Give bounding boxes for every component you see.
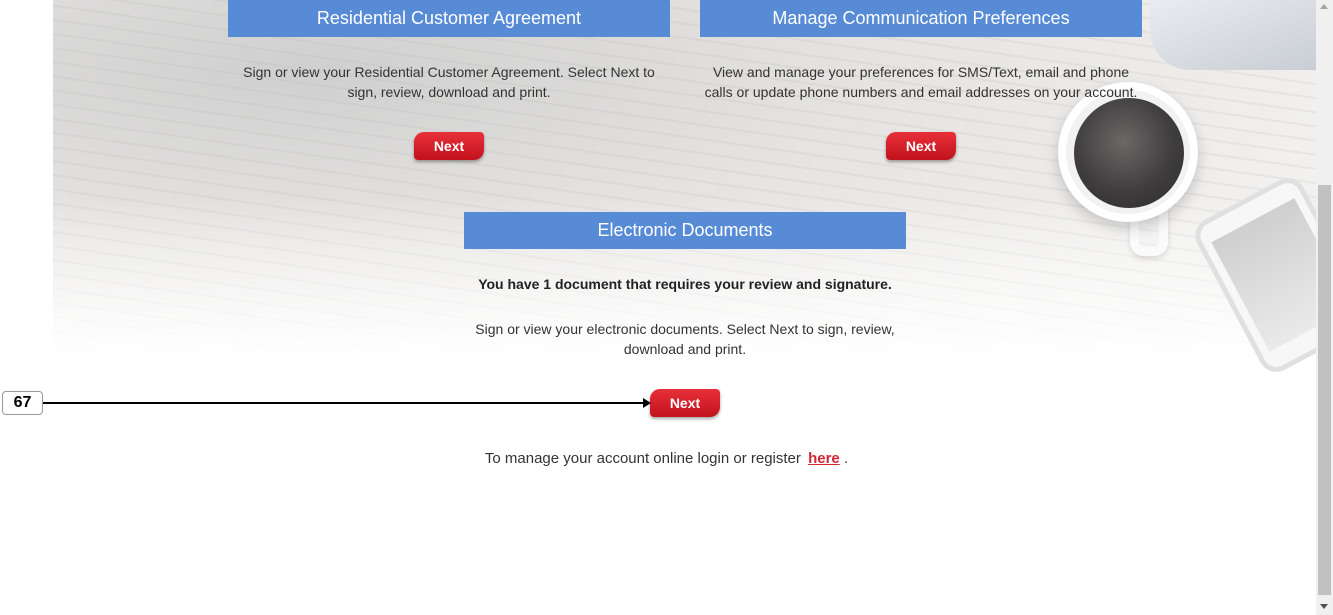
electronic-documents-header: Electronic Documents bbox=[464, 212, 906, 249]
electronic-documents-description: Sign or view your electronic documents. … bbox=[475, 321, 895, 357]
register-here-link[interactable]: here bbox=[808, 450, 840, 467]
footer-suffix: . bbox=[843, 450, 849, 467]
callout-line bbox=[43, 402, 645, 404]
callout-arrowhead bbox=[643, 398, 651, 408]
residential-agreement-next-button[interactable]: Next bbox=[414, 132, 484, 160]
vertical-scrollbar[interactable] bbox=[1316, 0, 1333, 615]
scroll-up-arrow-icon[interactable] bbox=[1320, 4, 1328, 9]
scrollbar-thumb[interactable] bbox=[1318, 185, 1331, 595]
electronic-documents-next-button[interactable]: Next bbox=[650, 389, 720, 417]
documents-pending-notice: You have 1 document that requires your r… bbox=[478, 276, 892, 292]
residential-agreement-description: Sign or view your Residential Customer A… bbox=[243, 64, 655, 100]
page: Residential Customer Agreement Sign or v… bbox=[0, 0, 1333, 615]
footer-line: To manage your account online login or r… bbox=[0, 450, 1333, 467]
communication-preferences-next-button[interactable]: Next bbox=[886, 132, 956, 160]
residential-agreement-header: Residential Customer Agreement bbox=[228, 0, 670, 37]
callout-badge: 67 bbox=[2, 391, 43, 415]
coffee-mug-image bbox=[1058, 82, 1198, 222]
footer-text: To manage your account online login or r… bbox=[484, 450, 801, 467]
scroll-down-arrow-icon[interactable] bbox=[1320, 604, 1328, 609]
communication-preferences-description: View and manage your preferences for SMS… bbox=[704, 64, 1138, 100]
communication-preferences-header: Manage Communication Preferences bbox=[700, 0, 1142, 37]
laptop-image bbox=[1150, 0, 1316, 70]
